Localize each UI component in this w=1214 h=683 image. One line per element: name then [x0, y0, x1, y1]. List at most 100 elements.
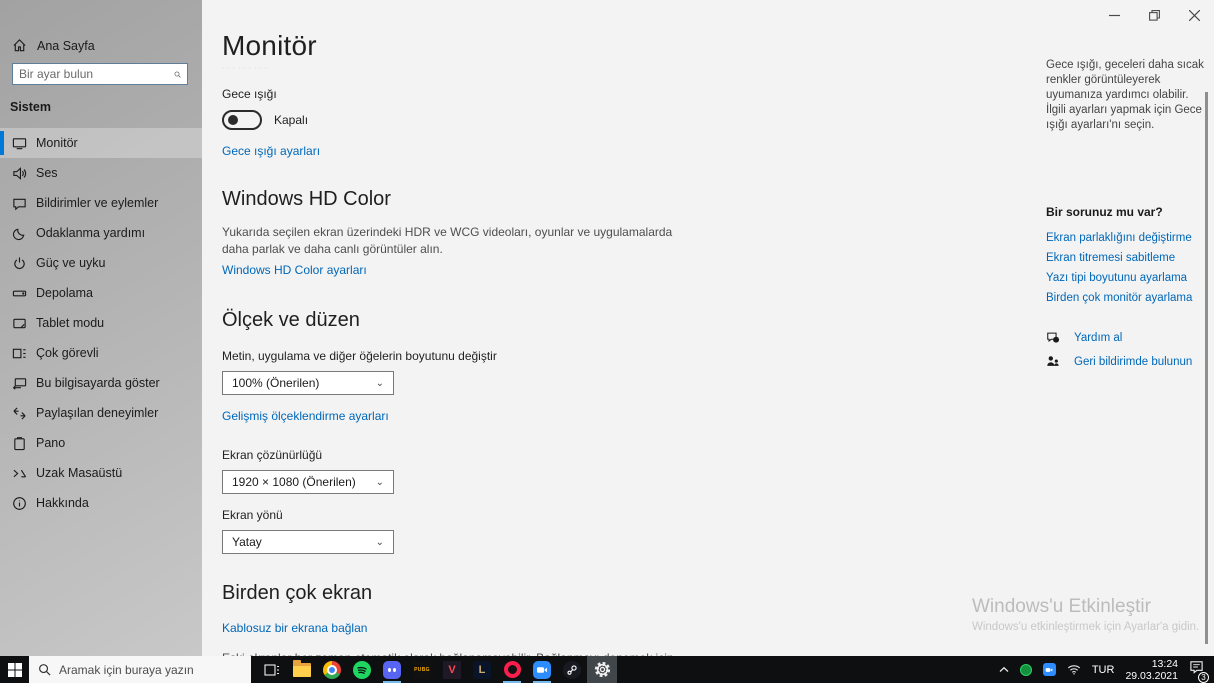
- sidebar-item-projecting[interactable]: Bu bilgisayarda göster: [0, 368, 202, 398]
- settings-search-input[interactable]: [19, 67, 174, 81]
- sidebar-item-home[interactable]: Ana Sayfa: [12, 38, 95, 53]
- settings-search-box[interactable]: [12, 63, 188, 85]
- close-button[interactable]: [1174, 0, 1214, 30]
- resolution-label: Ekran çözünürlüğü: [222, 448, 323, 462]
- sidebar-item-power-sleep[interactable]: Güç ve uyku: [0, 248, 202, 278]
- pubg-icon: PUBG: [413, 660, 431, 679]
- toggle-knob: [228, 115, 238, 125]
- taskbar-app-file-explorer[interactable]: [287, 656, 317, 683]
- scale-dropdown-value: 100% (Önerilen): [232, 376, 320, 390]
- night-light-label: Gece ışığı: [222, 87, 277, 101]
- scrollbar[interactable]: [1205, 92, 1208, 644]
- restore-button[interactable]: [1134, 0, 1174, 30]
- sidebar-item-clipboard[interactable]: Pano: [0, 428, 202, 458]
- project-screen-icon: [13, 377, 27, 390]
- power-icon: [14, 256, 25, 269]
- sidebar-item-sound[interactable]: Ses: [0, 158, 202, 188]
- night-light-tip: Gece ışığı, geceleri daha sıcak renkler …: [1046, 59, 1204, 131]
- hd-color-settings-link[interactable]: Windows HD Color ayarları: [222, 263, 367, 277]
- sidebar-item-storage[interactable]: Depolama: [0, 278, 202, 308]
- taskbar-app-valorant[interactable]: V: [437, 656, 467, 683]
- taskbar-app-spotify[interactable]: [347, 656, 377, 683]
- tray-app-green-icon[interactable]: [1019, 663, 1032, 676]
- sidebar-item-label: Hakkında: [36, 496, 89, 510]
- moon-icon: [12, 228, 25, 240]
- file-explorer-icon: [293, 659, 311, 677]
- opera-gx-icon: [503, 661, 521, 678]
- minimize-button[interactable]: [1094, 0, 1134, 30]
- orientation-dropdown[interactable]: Yatay ⌄: [222, 530, 394, 554]
- taskbar-app-task-view[interactable]: [257, 656, 287, 683]
- language-indicator[interactable]: TUR: [1092, 664, 1115, 676]
- help-link-flicker[interactable]: Ekran titremesi sabitleme: [1046, 252, 1206, 264]
- taskbar-app-steam[interactable]: [557, 656, 587, 683]
- help-link-font-size[interactable]: Yazı tipi boyutunu ayarlama: [1046, 272, 1206, 284]
- orientation-label: Ekran yönü: [222, 508, 283, 522]
- clock-time: 13:24: [1151, 657, 1178, 670]
- scale-dropdown[interactable]: 100% (Önerilen) ⌄: [222, 371, 394, 395]
- sidebar-item-label: Depolama: [36, 286, 93, 300]
- resolution-dropdown[interactable]: 1920 × 1080 (Önerilen) ⌄: [222, 470, 394, 494]
- action-center-button[interactable]: 3: [1189, 660, 1209, 683]
- taskbar-search-box[interactable]: [29, 656, 251, 683]
- notification-count-badge: 3: [1198, 672, 1209, 683]
- sidebar-home-label: Ana Sayfa: [37, 38, 95, 53]
- monitor-icon: [12, 137, 27, 149]
- taskbar-app-settings[interactable]: [587, 656, 617, 683]
- sidebar-item-label: Paylaşılan deneyimler: [36, 406, 159, 420]
- sidebar: Ana Sayfa Sistem Monitör Ses Bildirimler…: [0, 0, 202, 656]
- info-icon: [13, 496, 26, 510]
- taskbar-search-input[interactable]: [59, 662, 229, 677]
- connect-wireless-display-link[interactable]: Kablosuz bir ekrana bağlan: [222, 621, 367, 635]
- help-panel: Gece ışığı, geceleri daha sıcak renkler …: [1046, 58, 1206, 369]
- taskbar-app-pubg[interactable]: PUBG: [407, 656, 437, 683]
- give-feedback-row[interactable]: Geri bildirimde bulunun: [1046, 354, 1206, 369]
- night-light-settings-link[interactable]: Gece ışığı ayarları: [222, 144, 320, 158]
- help-link-multi-monitor[interactable]: Birden çok monitör ayarlama: [1046, 292, 1206, 304]
- sidebar-item-notifications[interactable]: Bildirimler ve eylemler: [0, 188, 202, 218]
- start-button[interactable]: [0, 656, 29, 683]
- clock-date: 29.03.2021: [1125, 669, 1178, 682]
- taskbar-app-zoom[interactable]: [527, 656, 557, 683]
- taskbar-app-league-of-legends[interactable]: L: [467, 656, 497, 683]
- sidebar-item-focus-assist[interactable]: Odaklanma yardımı: [0, 218, 202, 248]
- system-tray: TUR 13:24 29.03.2021 3: [999, 656, 1214, 683]
- taskbar-app-chrome[interactable]: [317, 656, 347, 683]
- tray-app-blue-icon[interactable]: [1042, 663, 1056, 676]
- tablet-icon: [13, 318, 26, 328]
- get-help-row[interactable]: ? Yardım al: [1046, 330, 1206, 345]
- help-link-brightness[interactable]: Ekran parlaklığını değiştirme: [1046, 232, 1206, 244]
- get-help-icon: ?: [1047, 332, 1060, 344]
- sidebar-item-label: Çok görevli: [36, 346, 99, 360]
- night-light-row: Kapalı: [222, 110, 802, 130]
- sidebar-item-label: Tablet modu: [36, 316, 105, 330]
- feedback-icon: [1047, 356, 1059, 366]
- night-light-toggle[interactable]: [222, 110, 262, 130]
- sidebar-item-about[interactable]: Hakkında: [0, 488, 202, 518]
- taskbar-app-opera-gx[interactable]: [497, 656, 527, 683]
- wifi-icon[interactable]: [1067, 664, 1081, 675]
- sidebar-section-title: Sistem: [10, 100, 51, 114]
- taskbar-apps: PUBG V L: [257, 656, 617, 683]
- sidebar-item-multitasking[interactable]: Çok görevli: [0, 338, 202, 368]
- storage-icon: [12, 290, 27, 296]
- taskbar-clock[interactable]: 13:24 29.03.2021: [1125, 658, 1178, 682]
- sidebar-item-remote-desktop[interactable]: Uzak Masaüstü: [0, 458, 202, 488]
- sidebar-item-label: Pano: [36, 436, 66, 450]
- discord-icon: [383, 660, 401, 679]
- sidebar-item-label: Monitör: [36, 136, 78, 150]
- sidebar-item-shared-experiences[interactable]: Paylaşılan deneyimler: [0, 398, 202, 428]
- taskbar-app-discord[interactable]: [377, 656, 407, 683]
- sidebar-item-tablet-mode[interactable]: Tablet modu: [0, 308, 202, 338]
- tray-expand-chevron-icon[interactable]: [999, 666, 1009, 674]
- activation-watermark: Windows'u Etkinleştir Windows'u etkinleş…: [972, 596, 1199, 633]
- search-icon: [174, 71, 181, 78]
- sidebar-item-label: Odaklanma yardımı: [36, 226, 146, 240]
- sidebar-item-display[interactable]: Monitör: [0, 128, 202, 158]
- window-controls: [1094, 0, 1214, 30]
- clipped-scroll-text: ·········: [222, 65, 270, 72]
- hd-color-description: Yukarıda seçilen ekran üzerindeki HDR ve…: [222, 225, 673, 256]
- notification-icon: [13, 198, 26, 210]
- spotify-icon: [353, 660, 371, 679]
- advanced-scaling-link[interactable]: Gelişmiş ölçeklendirme ayarları: [222, 409, 389, 423]
